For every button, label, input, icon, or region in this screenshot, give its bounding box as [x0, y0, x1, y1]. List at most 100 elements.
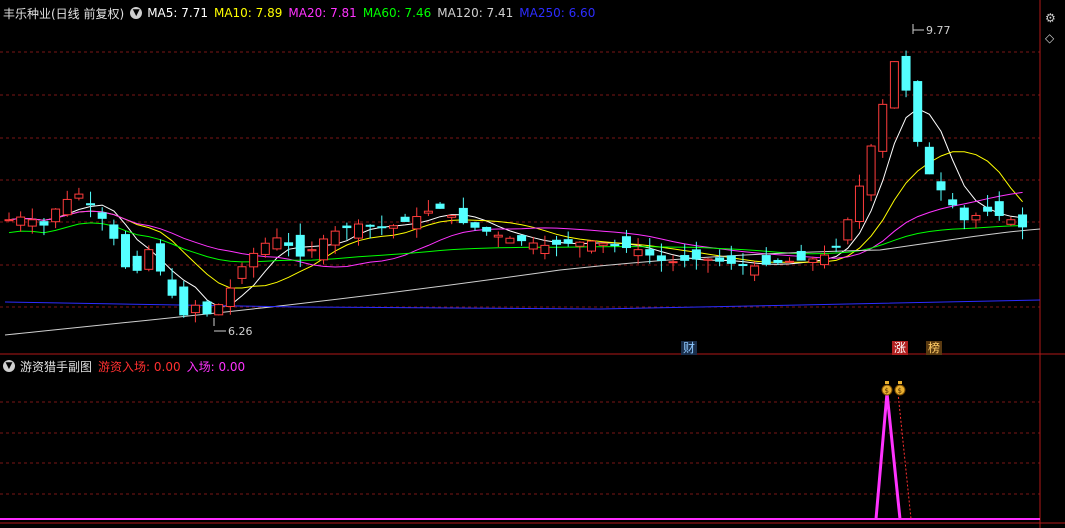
candle-body [563, 239, 573, 244]
ma120-label: MA120: 7.41 [437, 6, 514, 20]
candle-body [284, 242, 294, 246]
chevron-down-icon[interactable]: ▼ [130, 7, 143, 19]
candle-body [983, 206, 993, 212]
ma5-label: MA5: 7.71 [147, 6, 208, 20]
candle-body [552, 239, 562, 245]
candle-body [482, 226, 492, 232]
sub-chart-header: ▼ 游资猎手副图 游资入场: 0.00 入场: 0.00 [0, 355, 251, 377]
candle-body [51, 208, 61, 223]
sub-chart-title[interactable]: 游资猎手副图 [20, 358, 92, 375]
candle-body [948, 199, 958, 206]
candle-body [237, 266, 247, 279]
event-tag-dragon-list[interactable]: 榜 [926, 341, 943, 355]
candle-body [121, 234, 130, 268]
candle-body [16, 216, 26, 226]
candle-body [598, 242, 608, 246]
diamond-icon[interactable]: ◇ [1045, 32, 1054, 44]
candle-body [808, 258, 818, 263]
candle-body [761, 255, 771, 265]
candle-body [831, 245, 841, 248]
candle-body [505, 237, 515, 244]
candle-body [458, 207, 468, 224]
candle-body [575, 241, 585, 247]
candle-body [1006, 219, 1016, 225]
candle-body [517, 235, 527, 242]
candle-body [319, 238, 329, 261]
svg-text:$: $ [885, 387, 889, 395]
candle-body [715, 257, 725, 262]
candle-body [447, 214, 457, 218]
chevron-down-icon[interactable]: ▼ [3, 360, 15, 372]
candle-body [190, 304, 200, 314]
candle-body [621, 236, 631, 249]
main-chart-header: 丰乐种业(日线 前复权) ▼ MA5: 7.71 MA10: 7.89 MA20… [0, 2, 601, 24]
ma250-label: MA250: 6.60 [519, 6, 596, 20]
candle-body [400, 216, 410, 222]
event-tag-limit-up[interactable]: 涨 [892, 341, 909, 355]
candle-body [796, 250, 806, 261]
candle-body [470, 222, 480, 228]
candle-body [4, 219, 14, 222]
hot-money-entry-label: 游资入场: 0.00 [98, 359, 181, 374]
candle-body [878, 103, 888, 152]
candle-body [668, 261, 678, 264]
candle-body [214, 304, 224, 316]
candle-body [307, 249, 317, 252]
svg-text:$: $ [898, 387, 902, 395]
candle-body [540, 244, 550, 255]
candle-body [726, 255, 736, 264]
candle-body [645, 249, 655, 256]
candlestick-series[interactable] [4, 50, 1028, 323]
low-price-label: 6.26 [228, 325, 253, 338]
candle-body [295, 234, 305, 257]
candle-body [365, 224, 375, 227]
candle-body [924, 146, 934, 175]
candle-body [62, 198, 72, 216]
candle-body [144, 249, 154, 270]
candle-body [959, 207, 969, 221]
candle-body [773, 259, 783, 263]
candle-body [866, 145, 876, 196]
candle-body [167, 279, 177, 296]
candle-body [272, 237, 282, 250]
candle-body [913, 81, 923, 142]
candle-body [656, 255, 666, 261]
price-markers: 9.77 6.26 [213, 24, 951, 338]
candle-body [889, 61, 899, 109]
candle-body [680, 255, 690, 261]
candle-body [633, 249, 643, 257]
candle-body [330, 230, 340, 246]
candle-body [493, 234, 503, 238]
ma60-label: MA60: 7.46 [362, 6, 432, 20]
candle-body [388, 225, 398, 229]
high-price-label: 9.77 [926, 24, 951, 37]
event-tag-finance[interactable]: 财 [681, 341, 698, 355]
gear-icon[interactable]: ⚙ [1045, 12, 1056, 24]
candle-body [703, 258, 713, 261]
candle-body [738, 264, 748, 267]
stock-title[interactable]: 丰乐种业(日线 前复权) [3, 5, 124, 22]
candle-body [342, 225, 352, 229]
entry-label: 入场: 0.00 [186, 359, 246, 374]
candle-body [750, 265, 760, 276]
candle-body [971, 214, 981, 221]
candle-body [179, 286, 189, 316]
candle-body [854, 185, 864, 223]
candle-body [249, 252, 259, 268]
candle-body [225, 287, 235, 307]
entry-spike [874, 392, 902, 520]
candle-body [901, 55, 911, 91]
candle-body [377, 226, 387, 229]
candle-body [132, 255, 142, 271]
candle-body [423, 210, 433, 214]
kline-chart[interactable]: $ $ 9.77 6.26 [0, 0, 1065, 528]
candle-body [820, 254, 829, 266]
candle-body [27, 219, 37, 227]
candle-body [412, 216, 422, 230]
candle-body [155, 243, 165, 272]
candle-body [39, 221, 49, 226]
candle-body [1018, 214, 1028, 228]
candle-body [97, 212, 107, 219]
ma20-label: MA20: 7.81 [288, 6, 357, 20]
candle-body [528, 242, 538, 250]
